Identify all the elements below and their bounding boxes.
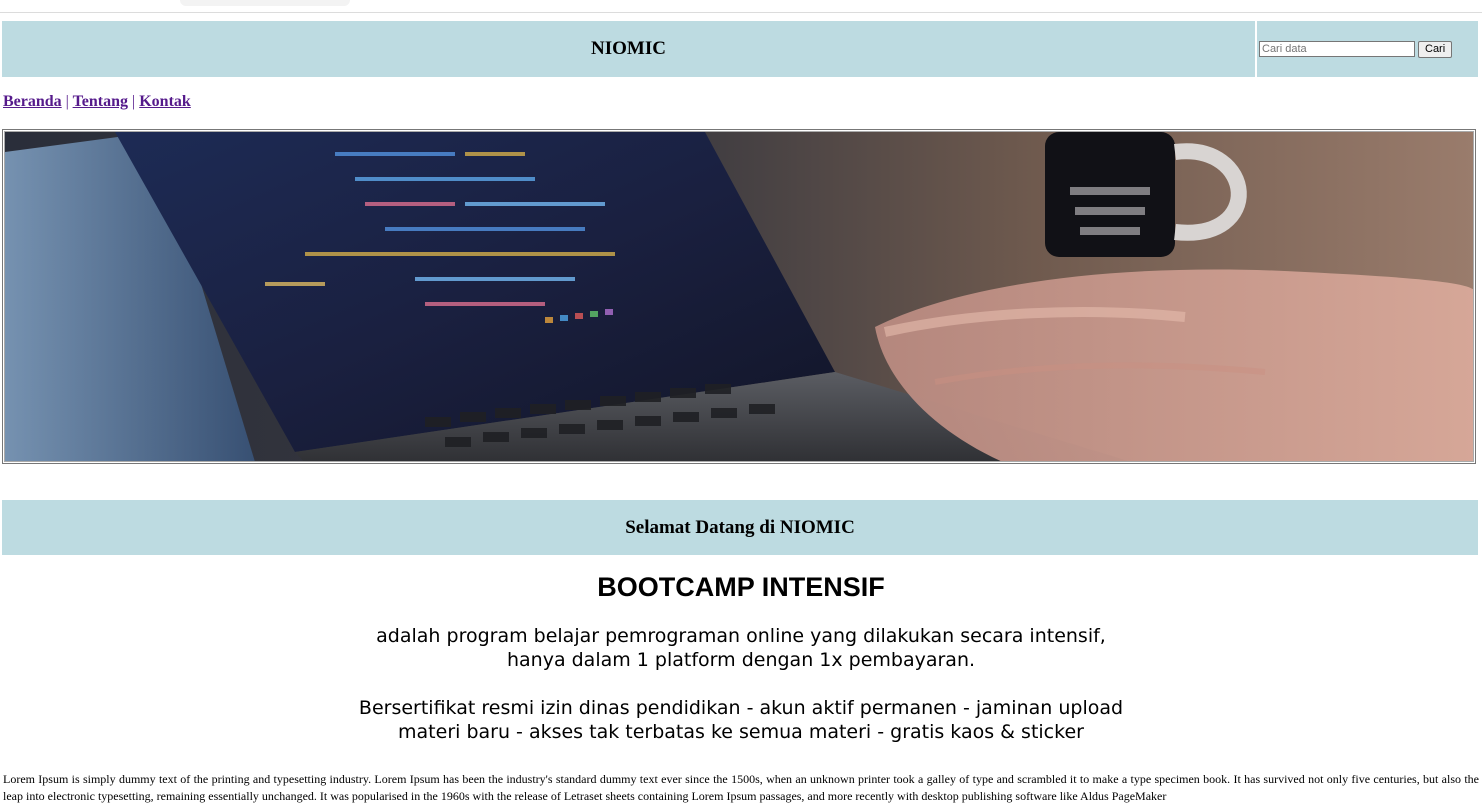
search-input[interactable] [1259, 41, 1415, 57]
features-line: materi baru - akses tak terbatas ke semu… [398, 721, 1084, 743]
welcome-heading: Selamat Datang di NIOMIC [2, 500, 1478, 555]
nav-link-tentang[interactable]: Tentang [73, 93, 128, 110]
main-nav: Beranda | Tentang | Kontak [3, 93, 191, 111]
bootcamp-description: adalah program belajar pemrograman onlin… [0, 624, 1482, 672]
bootcamp-features: Bersertifikat resmi izin dinas pendidika… [0, 696, 1482, 744]
nav-link-beranda[interactable]: Beranda [3, 93, 62, 110]
bootcamp-title: BOOTCAMP INTENSIF [597, 572, 885, 602]
description-line: hanya dalam 1 platform dengan 1x pembaya… [506, 649, 976, 671]
hero-banner [2, 129, 1476, 464]
search-button[interactable]: Cari [1418, 40, 1453, 58]
brand-title: NIOMIC [2, 21, 1255, 77]
lorem-paragraph: Lorem Ipsum is simply dummy text of the … [3, 772, 1479, 803]
nav-separator: | [65, 93, 69, 110]
search-area: Cari [1257, 21, 1478, 77]
tab-shadow [180, 0, 350, 6]
nav-link-kontak[interactable]: Kontak [139, 93, 191, 110]
site-header: NIOMIC Cari [2, 21, 1478, 77]
browser-top-strip [0, 0, 1482, 13]
features-line: Bersertifikat resmi izin dinas pendidika… [358, 697, 1124, 719]
laptop-photo-illustration [5, 132, 1473, 461]
nav-separator: | [132, 93, 136, 110]
description-line: adalah program belajar pemrograman onlin… [376, 625, 1106, 647]
laptop-coding-image [4, 131, 1474, 462]
